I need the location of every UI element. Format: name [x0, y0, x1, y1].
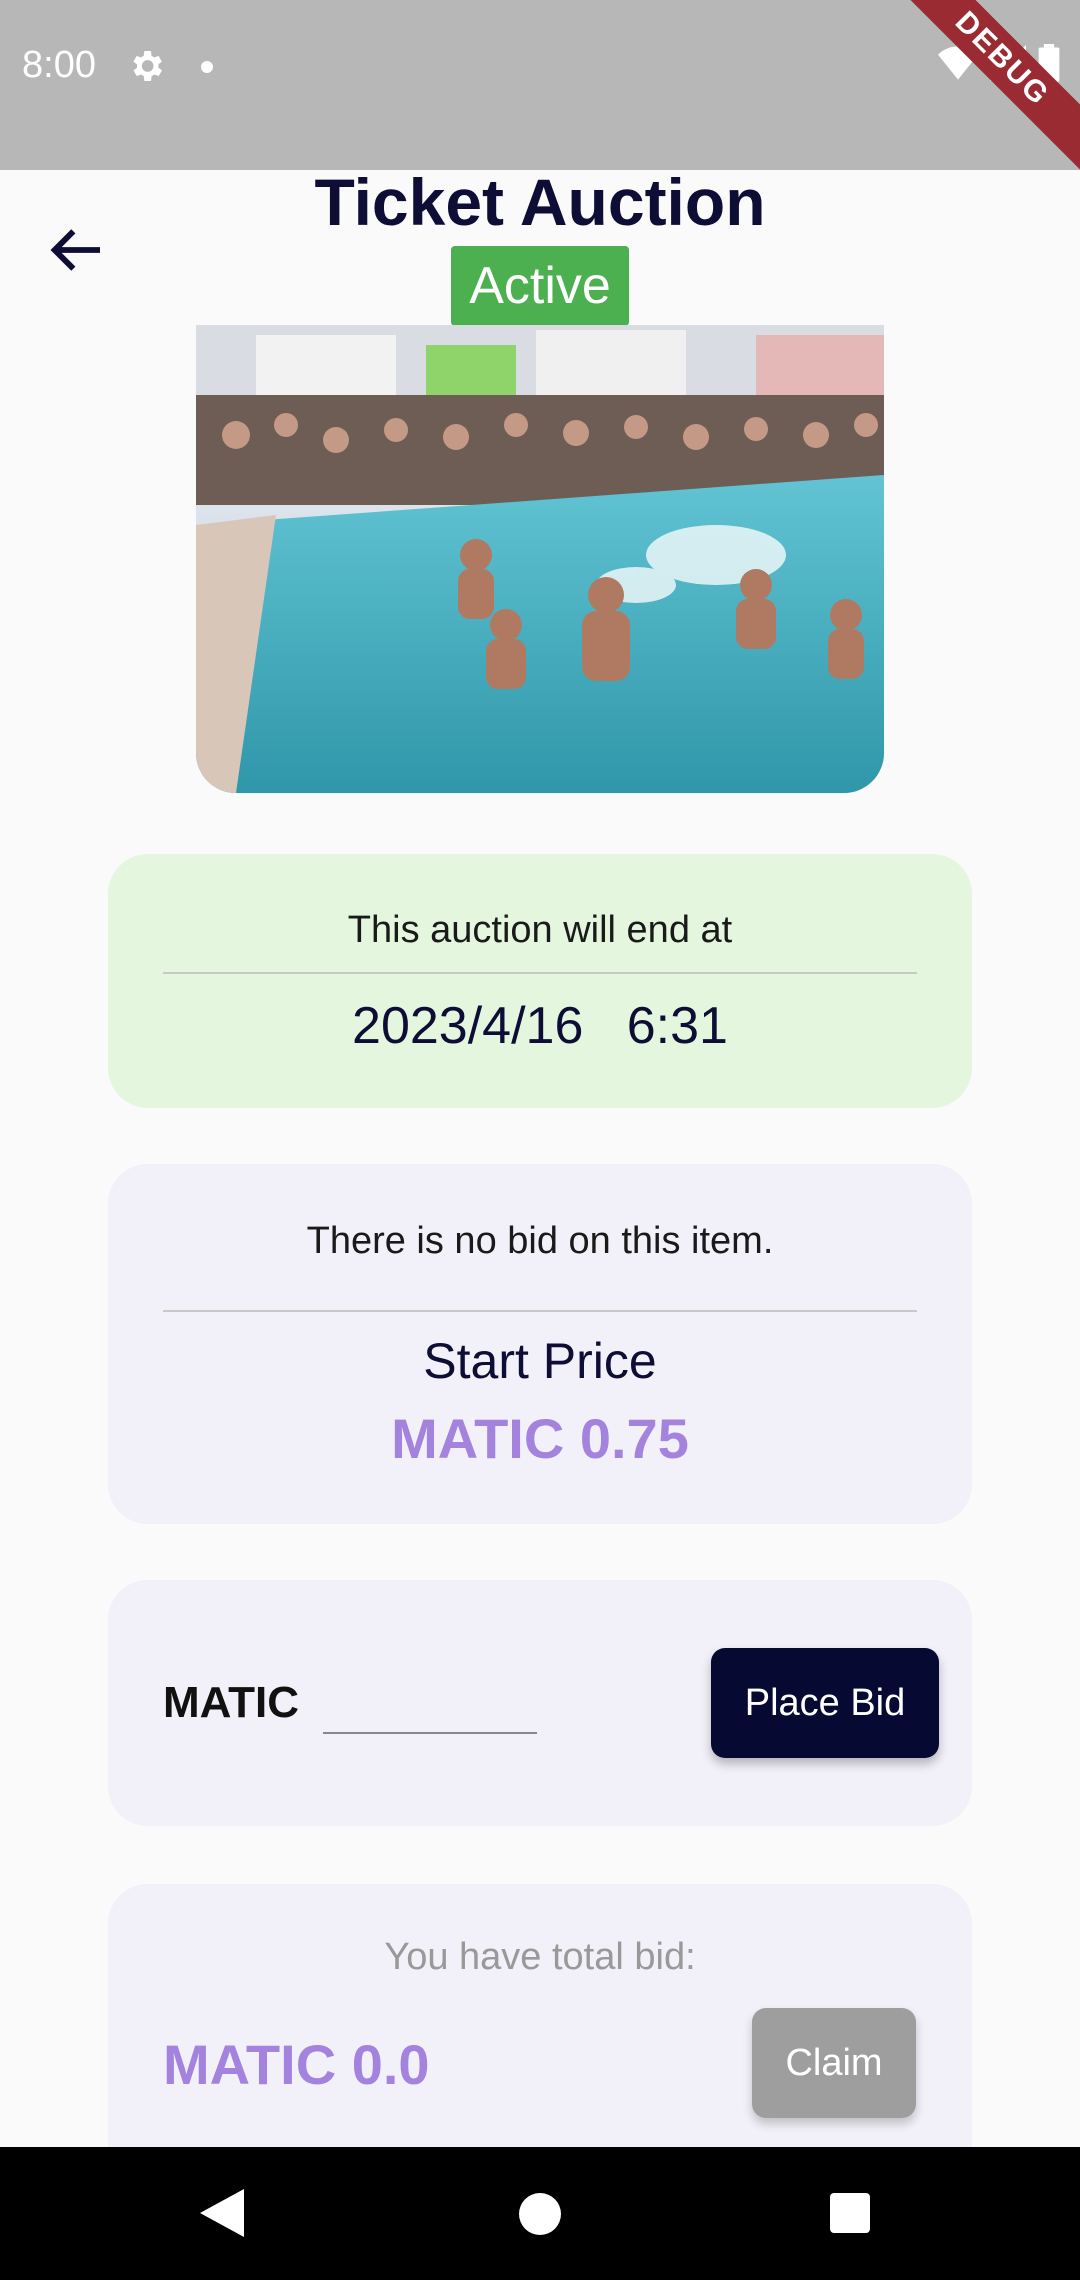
place-bid-card: MATIC Place Bid: [108, 1580, 972, 1826]
total-bid-label: You have total bid:: [384, 1936, 696, 1978]
nav-recents-icon[interactable]: [830, 2193, 870, 2233]
start-price-label: Start Price: [423, 1333, 657, 1389]
status-badge: Active: [451, 246, 629, 326]
divider: [163, 972, 917, 974]
nav-back-icon[interactable]: [200, 2189, 244, 2237]
auction-end-datetime: 2023/4/16 6:31: [108, 996, 972, 1056]
pool-party-image: [196, 325, 884, 793]
bid-status-card: There is no bid on this item. Start Pric…: [108, 1164, 972, 1524]
page-title: Ticket Auction: [314, 165, 766, 239]
debug-banner: DEBUG: [886, 0, 1080, 175]
start-price-value: MATIC 0.75: [391, 1407, 689, 1470]
auction-end-label: This auction will end at: [347, 909, 733, 951]
settings-icon: [133, 51, 162, 81]
auction-end-card: This auction will end at 2023/4/16 6:31: [108, 854, 972, 1108]
auction-end-date: 2023/4/16: [352, 997, 584, 1055]
navigation-bar: [0, 2147, 1080, 2280]
currency-label: MATIC: [163, 1678, 300, 1727]
notification-dot-icon: [201, 61, 213, 73]
event-image: [196, 325, 884, 793]
no-bid-message: There is no bid on this item.: [306, 1220, 774, 1262]
status-bar: 8:00 DEBUG: [0, 0, 1080, 175]
bid-amount-input[interactable]: [323, 1670, 537, 1734]
divider: [163, 1310, 917, 1312]
nav-home-icon[interactable]: [519, 2193, 561, 2235]
total-bid-amount: MATIC 0.0: [163, 2033, 430, 2096]
auction-end-time: 6:31: [626, 997, 728, 1055]
place-bid-button[interactable]: Place Bid: [711, 1648, 939, 1758]
status-time: 8:00: [22, 44, 96, 86]
claim-button[interactable]: Claim: [752, 2008, 916, 2118]
